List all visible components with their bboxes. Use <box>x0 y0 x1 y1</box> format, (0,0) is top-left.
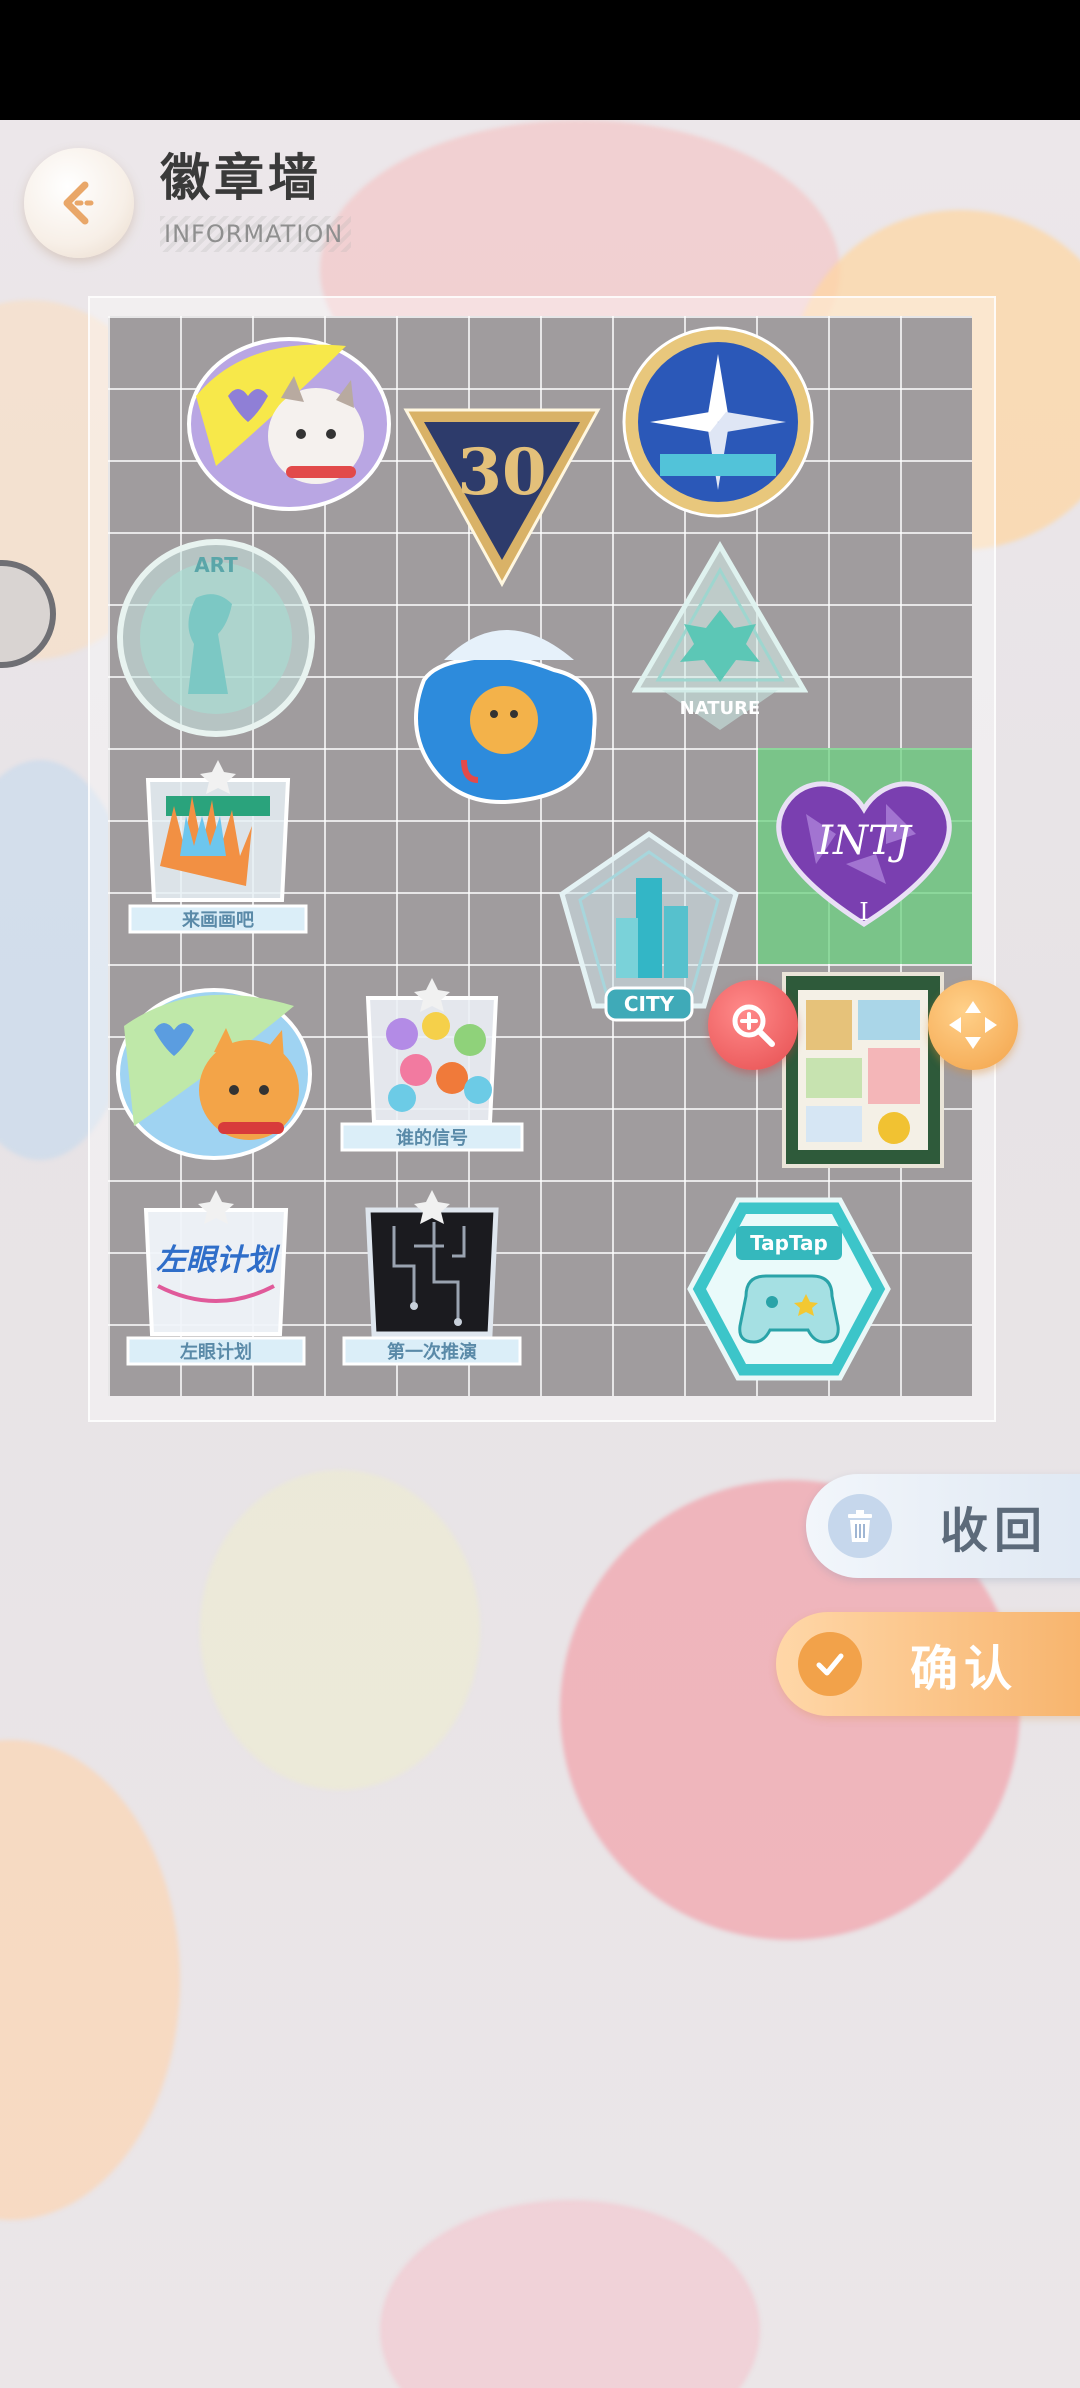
check-icon <box>798 1632 862 1696</box>
badge-art[interactable]: ART <box>116 538 316 738</box>
anniversary-number: 30 <box>457 435 546 510</box>
back-button[interactable] <box>24 148 134 258</box>
badge-intj[interactable]: INTJ I <box>766 774 962 934</box>
trash-icon <box>828 1494 892 1558</box>
move-arrows-icon <box>949 1001 997 1049</box>
move-button[interactable] <box>928 980 1018 1070</box>
header: 徽章墙 INFORMATION <box>160 138 352 252</box>
recall-button[interactable]: 收回 <box>806 1474 1080 1578</box>
badge-paint[interactable]: 来画画吧 <box>120 756 316 956</box>
taptap-label: TapTap <box>750 1231 828 1255</box>
city-label: CITY <box>624 992 675 1016</box>
badge-compass-city[interactable] <box>620 324 816 520</box>
zoom-in-icon <box>732 1004 775 1047</box>
confirm-button[interactable]: 确认 <box>776 1612 1080 1716</box>
intj-label: INTJ <box>816 818 912 864</box>
art-label: ART <box>194 553 238 577</box>
page-title: 徽章墙 <box>160 149 322 207</box>
back-arrow-icon <box>63 181 100 225</box>
zoom-button[interactable] <box>708 980 798 1070</box>
recall-label: 收回 <box>940 1503 1049 1559</box>
badge-left-eye-plan[interactable]: 左眼计划 左眼计划 <box>118 1186 314 1388</box>
page-subtitle: INFORMATION <box>160 216 352 252</box>
badge-city[interactable]: CITY <box>556 828 742 1028</box>
badge-first-trial[interactable]: 第一次推演 <box>334 1186 530 1388</box>
confirm-label: 确认 <box>910 1641 1019 1697</box>
paint-label: 来画画吧 <box>181 910 254 931</box>
badge-anniversary-30[interactable]: 30 <box>402 404 602 588</box>
left-eye-label: 左眼计划 <box>180 1341 252 1363</box>
badge-orange-cat[interactable] <box>114 986 320 1160</box>
first-trial-label: 第一次推演 <box>387 1341 477 1363</box>
badge-whose-signal[interactable]: 谁的信号 <box>332 974 532 1174</box>
nature-label: NATURE <box>680 698 761 719</box>
badge-rain-cat[interactable] <box>404 610 600 810</box>
status-bar <box>0 0 1080 120</box>
badge-nature[interactable]: NATURE <box>631 540 809 736</box>
badge-painting-frame[interactable] <box>780 970 946 1170</box>
intj-sub: I <box>859 898 868 926</box>
badge-cat-heart[interactable] <box>186 336 392 512</box>
badge-taptap[interactable]: TapTap <box>686 1196 892 1382</box>
whose-signal-label: 谁的信号 <box>396 1127 468 1149</box>
left-eye-art: 左眼计划 <box>156 1243 281 1278</box>
